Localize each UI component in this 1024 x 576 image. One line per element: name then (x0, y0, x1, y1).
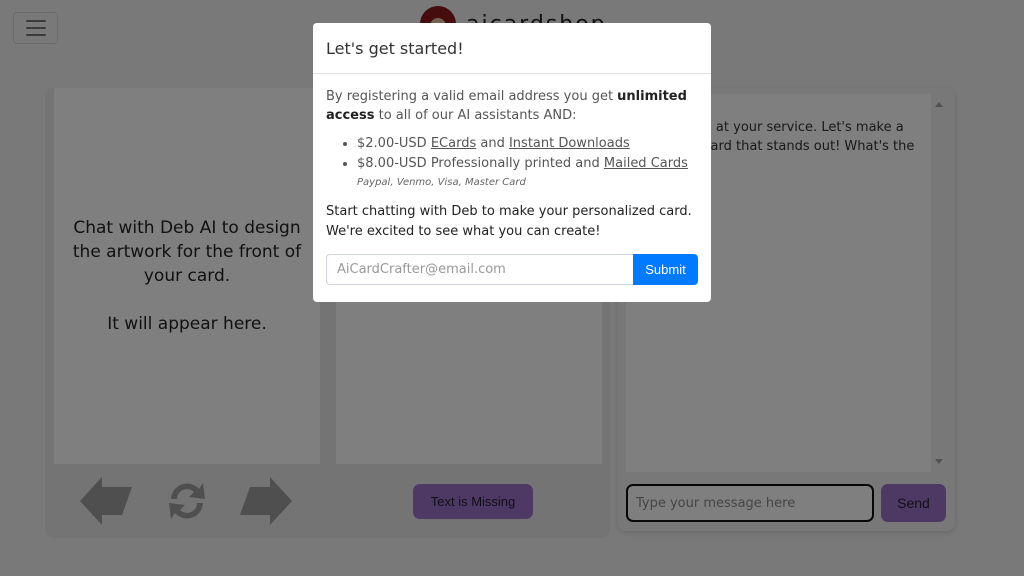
cta-line-1: Start chatting with Deb to make your per… (326, 204, 692, 219)
cta-line-2: We're excited to see what you can create… (326, 224, 601, 239)
modal-cta: Start chatting with Deb to make your per… (326, 202, 698, 242)
offer-item-mailed: $8.00-USD Professionally printed and Mai… (357, 154, 698, 174)
modal-intro: By registering a valid email address you… (326, 87, 698, 125)
payment-methods: Paypal, Venmo, Visa, Master Card (357, 177, 526, 188)
modal-body: By registering a valid email address you… (313, 74, 711, 285)
email-input[interactable] (326, 254, 633, 285)
intro-text-end: to all of our AI assistants AND: (374, 108, 577, 123)
instant-downloads-link[interactable]: Instant Downloads (509, 136, 630, 151)
mailed-cards-link[interactable]: Mailed Cards (604, 156, 688, 171)
registration-modal: Let's get started! By registering a vali… (313, 23, 711, 302)
offer-item-ecards: $2.00-USD ECards and Instant Downloads (357, 134, 698, 154)
ecards-link[interactable]: ECards (431, 136, 476, 151)
modal-title: Let's get started! (326, 38, 464, 58)
intro-text: By registering a valid email address you… (326, 89, 618, 104)
offer-list: $2.00-USD ECards and Instant Downloads $… (357, 134, 698, 174)
email-form: Submit (326, 254, 698, 285)
offer-price: $2.00-USD (357, 136, 431, 151)
modal-header: Let's get started! (313, 23, 711, 74)
submit-button[interactable]: Submit (633, 254, 698, 285)
offer-conjunction: and (476, 136, 509, 151)
offer-price: $8.00-USD Professionally printed and (357, 156, 604, 171)
